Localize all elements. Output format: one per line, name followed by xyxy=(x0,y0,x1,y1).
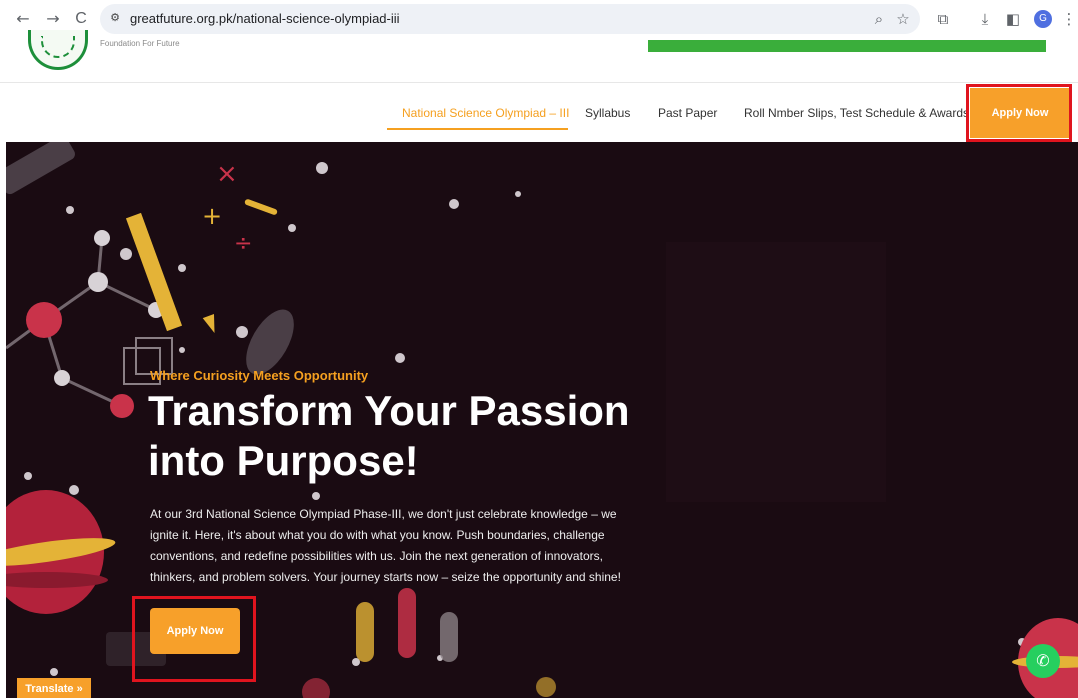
browser-toolbar: ← → C ⚙ greatfuture.org.pk/national-scie… xyxy=(0,0,1078,40)
hero-headline: Transform Your Passion into Purpose! xyxy=(148,386,668,486)
hero-eyebrow: Where Curiosity Meets Opportunity xyxy=(150,368,369,383)
svg-text:+: + xyxy=(202,202,222,230)
url-text[interactable]: greatfuture.org.pk/national-science-olym… xyxy=(130,11,400,26)
back-icon[interactable]: ← xyxy=(14,10,32,28)
hero-description: At our 3rd National Science Olympiad Pha… xyxy=(150,507,621,584)
translate-button[interactable]: Translate » xyxy=(17,678,91,698)
logo-emblem xyxy=(41,36,75,58)
green-banner-bar xyxy=(648,40,1046,52)
site-info-icon[interactable]: ⚙ xyxy=(108,11,122,25)
whatsapp-icon[interactable]: ✆ xyxy=(1026,644,1060,678)
sidebar-icon[interactable]: ◧ xyxy=(1004,10,1022,28)
svg-text:÷: ÷ xyxy=(234,231,252,256)
nav-item-roll-number-slips[interactable]: Roll Nmber Slips, Test Schedule & Awards xyxy=(744,106,969,120)
zoom-icon[interactable]: ⌕ xyxy=(870,10,888,28)
site-tagline: Foundation For Future xyxy=(100,40,180,48)
reload-icon[interactable]: C xyxy=(72,10,90,28)
forward-icon[interactable]: → xyxy=(44,10,62,28)
hero-headline-line-2: into Purpose! xyxy=(148,437,419,484)
nav-active-underline xyxy=(387,128,568,130)
nav-item-national-science-olympiad[interactable]: National Science Olympiad – III xyxy=(402,106,569,120)
profile-avatar[interactable]: G xyxy=(1034,10,1052,28)
hero-headline-line-1: Transform Your Passion xyxy=(148,387,630,434)
bookmark-star-icon[interactable]: ☆ xyxy=(894,10,912,28)
highlight-box-hero-apply xyxy=(132,596,256,682)
browser-menu-icon[interactable]: ⋮ xyxy=(1060,10,1078,28)
nav-item-past-paper[interactable]: Past Paper xyxy=(658,106,717,120)
highlight-box-nav-apply xyxy=(966,84,1072,142)
download-icon[interactable]: ⤓ xyxy=(976,10,994,28)
nav-item-syllabus[interactable]: Syllabus xyxy=(585,106,630,120)
svg-text:×: × xyxy=(216,159,238,189)
extensions-icon[interactable]: ⧉ xyxy=(934,10,952,28)
